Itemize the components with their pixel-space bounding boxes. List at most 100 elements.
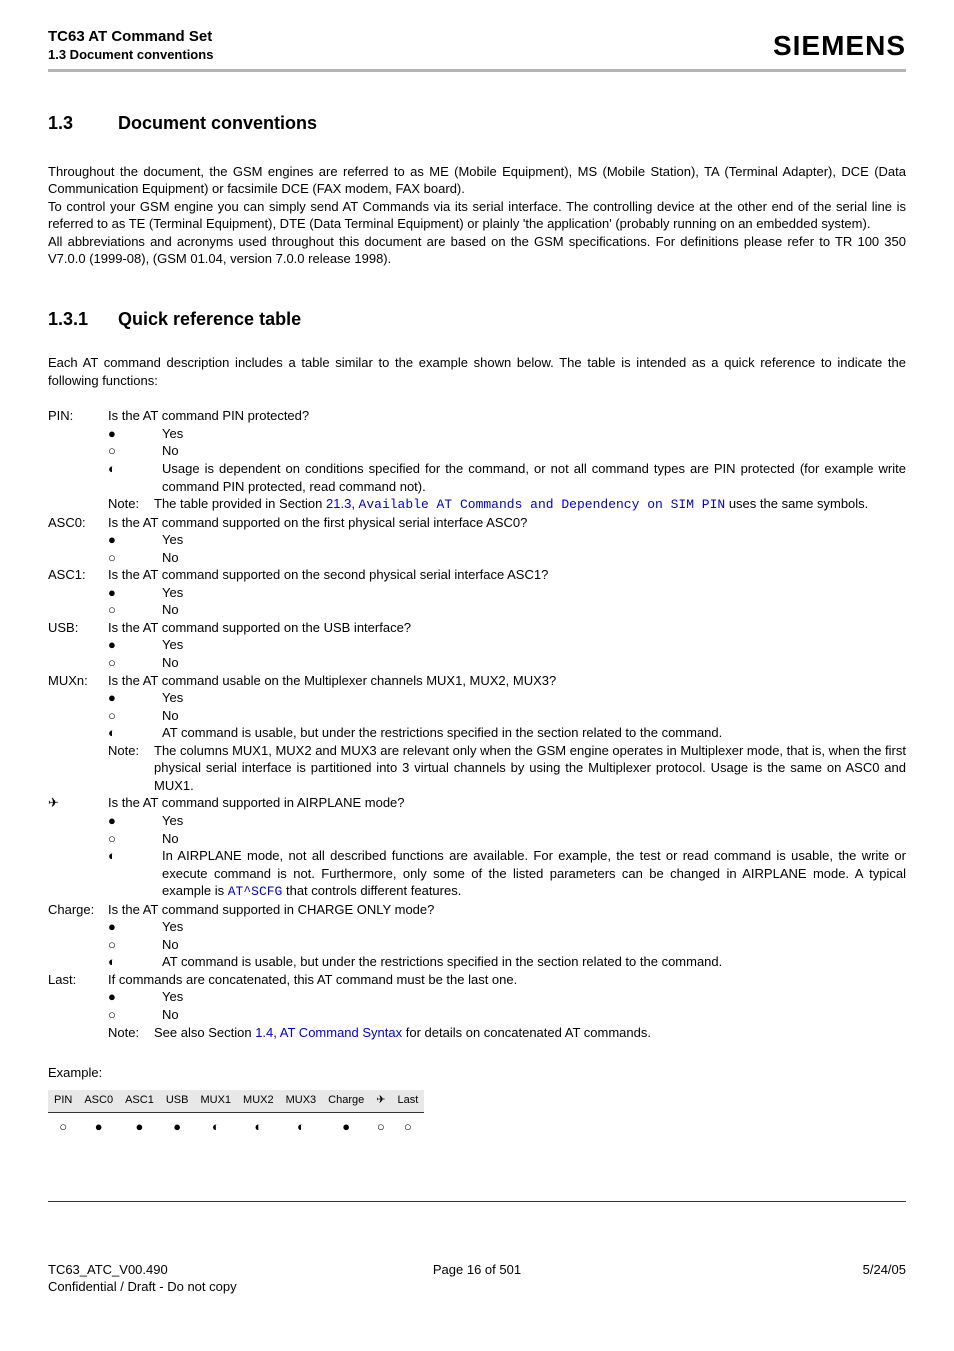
siemens-logo: SIEMENS bbox=[773, 28, 906, 63]
th-mux1: MUX1 bbox=[194, 1090, 237, 1113]
def-no: No bbox=[162, 442, 906, 460]
half-circle-icon: ◐ bbox=[108, 460, 162, 478]
section-1-3-1-intro: Each AT command description includes a t… bbox=[48, 354, 906, 389]
def-yes: Yes bbox=[162, 689, 906, 707]
footer-date: 5/24/05 bbox=[620, 1262, 906, 1295]
link-available-at-commands[interactable]: Available AT Commands and Dependency on … bbox=[359, 497, 726, 512]
def-label: ASC0: bbox=[48, 514, 108, 532]
cell-last: ○ bbox=[391, 1113, 424, 1142]
th-charge: Charge bbox=[322, 1090, 370, 1113]
table-row: ○ ● ● ● ◐ ◐ ◐ ● ○ ○ bbox=[48, 1113, 424, 1142]
def-asc1: ASC1: Is the AT command supported on the… bbox=[48, 566, 906, 619]
half-circle-icon: ◐ bbox=[108, 724, 162, 742]
def-question: Is the AT command supported on the secon… bbox=[108, 566, 906, 584]
def-no: No bbox=[162, 1006, 906, 1024]
def-charge: Charge: Is the AT command supported in C… bbox=[48, 901, 906, 971]
doc-subtitle: 1.3 Document conventions bbox=[48, 47, 213, 63]
cell-asc1: ● bbox=[119, 1113, 160, 1142]
footer-confidential: Confidential / Draft - Do not copy bbox=[48, 1279, 334, 1295]
th-asc1: ASC1 bbox=[119, 1090, 160, 1113]
th-airplane-icon: ✈ bbox=[370, 1090, 391, 1113]
filled-circle-icon: ● bbox=[108, 812, 162, 830]
def-yes: Yes bbox=[162, 425, 906, 443]
def-last: Last: If commands are concatenated, this… bbox=[48, 971, 906, 1041]
def-partial: In AIRPLANE mode, not all described func… bbox=[162, 847, 906, 901]
def-yes: Yes bbox=[162, 988, 906, 1006]
def-partial: AT command is usable, but under the rest… bbox=[162, 724, 906, 742]
footer-version: TC63_ATC_V00.490 bbox=[48, 1262, 334, 1278]
cell-pin: ○ bbox=[48, 1113, 78, 1142]
def-no: No bbox=[162, 549, 906, 567]
section-1-3-1-heading: 1.3.1 Quick reference table bbox=[48, 308, 906, 331]
header-left: TC63 AT Command Set 1.3 Document convent… bbox=[48, 28, 213, 63]
page-footer: TC63_ATC_V00.490 Confidential / Draft - … bbox=[48, 1262, 906, 1295]
definitions-list: PIN: Is the AT command PIN protected? ●Y… bbox=[48, 407, 906, 1041]
header-divider bbox=[48, 69, 906, 72]
footer-page: Page 16 of 501 bbox=[334, 1262, 620, 1295]
def-yes: Yes bbox=[162, 531, 906, 549]
section-title: Quick reference table bbox=[118, 308, 301, 331]
section-title: Document conventions bbox=[118, 112, 317, 135]
empty-circle-icon: ○ bbox=[108, 442, 162, 460]
link-at-scfg[interactable]: AT^SCFG bbox=[228, 884, 283, 899]
page-header: TC63 AT Command Set 1.3 Document convent… bbox=[48, 28, 906, 63]
th-asc0: ASC0 bbox=[78, 1090, 119, 1113]
def-note: The columns MUX1, MUX2 and MUX3 are rele… bbox=[154, 742, 906, 795]
def-question: Is the AT command supported in AIRPLANE … bbox=[108, 794, 906, 812]
def-question: Is the AT command usable on the Multiple… bbox=[108, 672, 906, 690]
def-mux: MUXn: Is the AT command usable on the Mu… bbox=[48, 672, 906, 795]
airplane-icon: ✈ bbox=[48, 794, 108, 812]
def-label: USB: bbox=[48, 619, 108, 637]
table-header-row: PIN ASC0 ASC1 USB MUX1 MUX2 MUX3 Charge … bbox=[48, 1090, 424, 1113]
def-no: No bbox=[162, 601, 906, 619]
th-pin: PIN bbox=[48, 1090, 78, 1113]
empty-circle-icon: ○ bbox=[108, 707, 162, 725]
empty-circle-icon: ○ bbox=[108, 601, 162, 619]
def-asc0: ASC0: Is the AT command supported on the… bbox=[48, 514, 906, 567]
note-label: Note: bbox=[108, 495, 154, 513]
section-number: 1.3 bbox=[48, 112, 118, 135]
def-question: Is the AT command supported in CHARGE ON… bbox=[108, 901, 906, 919]
th-usb: USB bbox=[160, 1090, 195, 1113]
th-mux2: MUX2 bbox=[237, 1090, 280, 1113]
def-question: Is the AT command PIN protected? bbox=[108, 407, 906, 425]
def-airplane: ✈ Is the AT command supported in AIRPLAN… bbox=[48, 794, 906, 900]
def-label: Charge: bbox=[48, 901, 108, 919]
filled-circle-icon: ● bbox=[108, 584, 162, 602]
filled-circle-icon: ● bbox=[108, 988, 162, 1006]
section-1-3-heading: 1.3 Document conventions bbox=[48, 112, 906, 135]
def-no: No bbox=[162, 830, 906, 848]
link-section-1-4[interactable]: 1.4 bbox=[255, 1025, 273, 1040]
filled-circle-icon: ● bbox=[108, 636, 162, 654]
empty-circle-icon: ○ bbox=[108, 549, 162, 567]
empty-circle-icon: ○ bbox=[108, 1006, 162, 1024]
def-note: See also Section 1.4, AT Command Syntax … bbox=[154, 1024, 906, 1042]
note-label: Note: bbox=[108, 1024, 154, 1042]
example-table: PIN ASC0 ASC1 USB MUX1 MUX2 MUX3 Charge … bbox=[48, 1089, 424, 1141]
cell-charge: ● bbox=[322, 1113, 370, 1142]
def-no: No bbox=[162, 936, 906, 954]
def-no: No bbox=[162, 654, 906, 672]
def-question: Is the AT command supported on the USB i… bbox=[108, 619, 906, 637]
def-no: No bbox=[162, 707, 906, 725]
example-label: Example: bbox=[48, 1065, 906, 1081]
link-at-command-syntax[interactable]: AT Command Syntax bbox=[280, 1025, 402, 1040]
th-mux3: MUX3 bbox=[280, 1090, 323, 1113]
empty-circle-icon: ○ bbox=[108, 830, 162, 848]
cell-asc0: ● bbox=[78, 1113, 119, 1142]
th-last: Last bbox=[391, 1090, 424, 1113]
def-pin: PIN: Is the AT command PIN protected? ●Y… bbox=[48, 407, 906, 513]
def-label: Last: bbox=[48, 971, 108, 989]
filled-circle-icon: ● bbox=[108, 531, 162, 549]
def-yes: Yes bbox=[162, 812, 906, 830]
def-label: ASC1: bbox=[48, 566, 108, 584]
def-question: Is the AT command supported on the first… bbox=[108, 514, 906, 532]
empty-circle-icon: ○ bbox=[108, 654, 162, 672]
empty-circle-icon: ○ bbox=[108, 936, 162, 954]
def-partial: Usage is dependent on conditions specifi… bbox=[162, 460, 906, 495]
cell-mux2: ◐ bbox=[237, 1113, 280, 1142]
link-section-21-3[interactable]: 21.3 bbox=[326, 496, 351, 511]
section-1-3-body: Throughout the document, the GSM engines… bbox=[48, 163, 906, 268]
footer-divider bbox=[48, 1201, 906, 1202]
section-number: 1.3.1 bbox=[48, 308, 118, 331]
